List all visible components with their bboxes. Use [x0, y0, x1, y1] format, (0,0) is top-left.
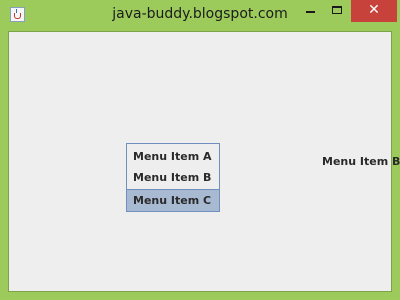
menu-item-a[interactable]: Menu Item A	[127, 146, 219, 167]
application-window: java-buddy.blogspot.com ✕ Menu Item A Me…	[0, 0, 400, 300]
menu-item-b[interactable]: Menu Item B	[127, 167, 219, 188]
maximize-button[interactable]	[325, 0, 351, 22]
title-bar[interactable]: java-buddy.blogspot.com ✕	[0, 0, 400, 31]
content-pane[interactable]: Menu Item A Menu Item B Menu Item C Menu…	[8, 31, 400, 292]
close-button[interactable]: ✕	[351, 0, 397, 22]
maximize-icon	[332, 6, 342, 14]
minimize-icon	[306, 11, 315, 13]
close-icon: ✕	[368, 2, 380, 18]
menu-item-c[interactable]: Menu Item C	[127, 189, 219, 211]
popup-menu: Menu Item A Menu Item B Menu Item C	[126, 143, 220, 212]
selected-item-label: Menu Item B	[322, 155, 400, 168]
minimize-button[interactable]	[296, 0, 325, 22]
